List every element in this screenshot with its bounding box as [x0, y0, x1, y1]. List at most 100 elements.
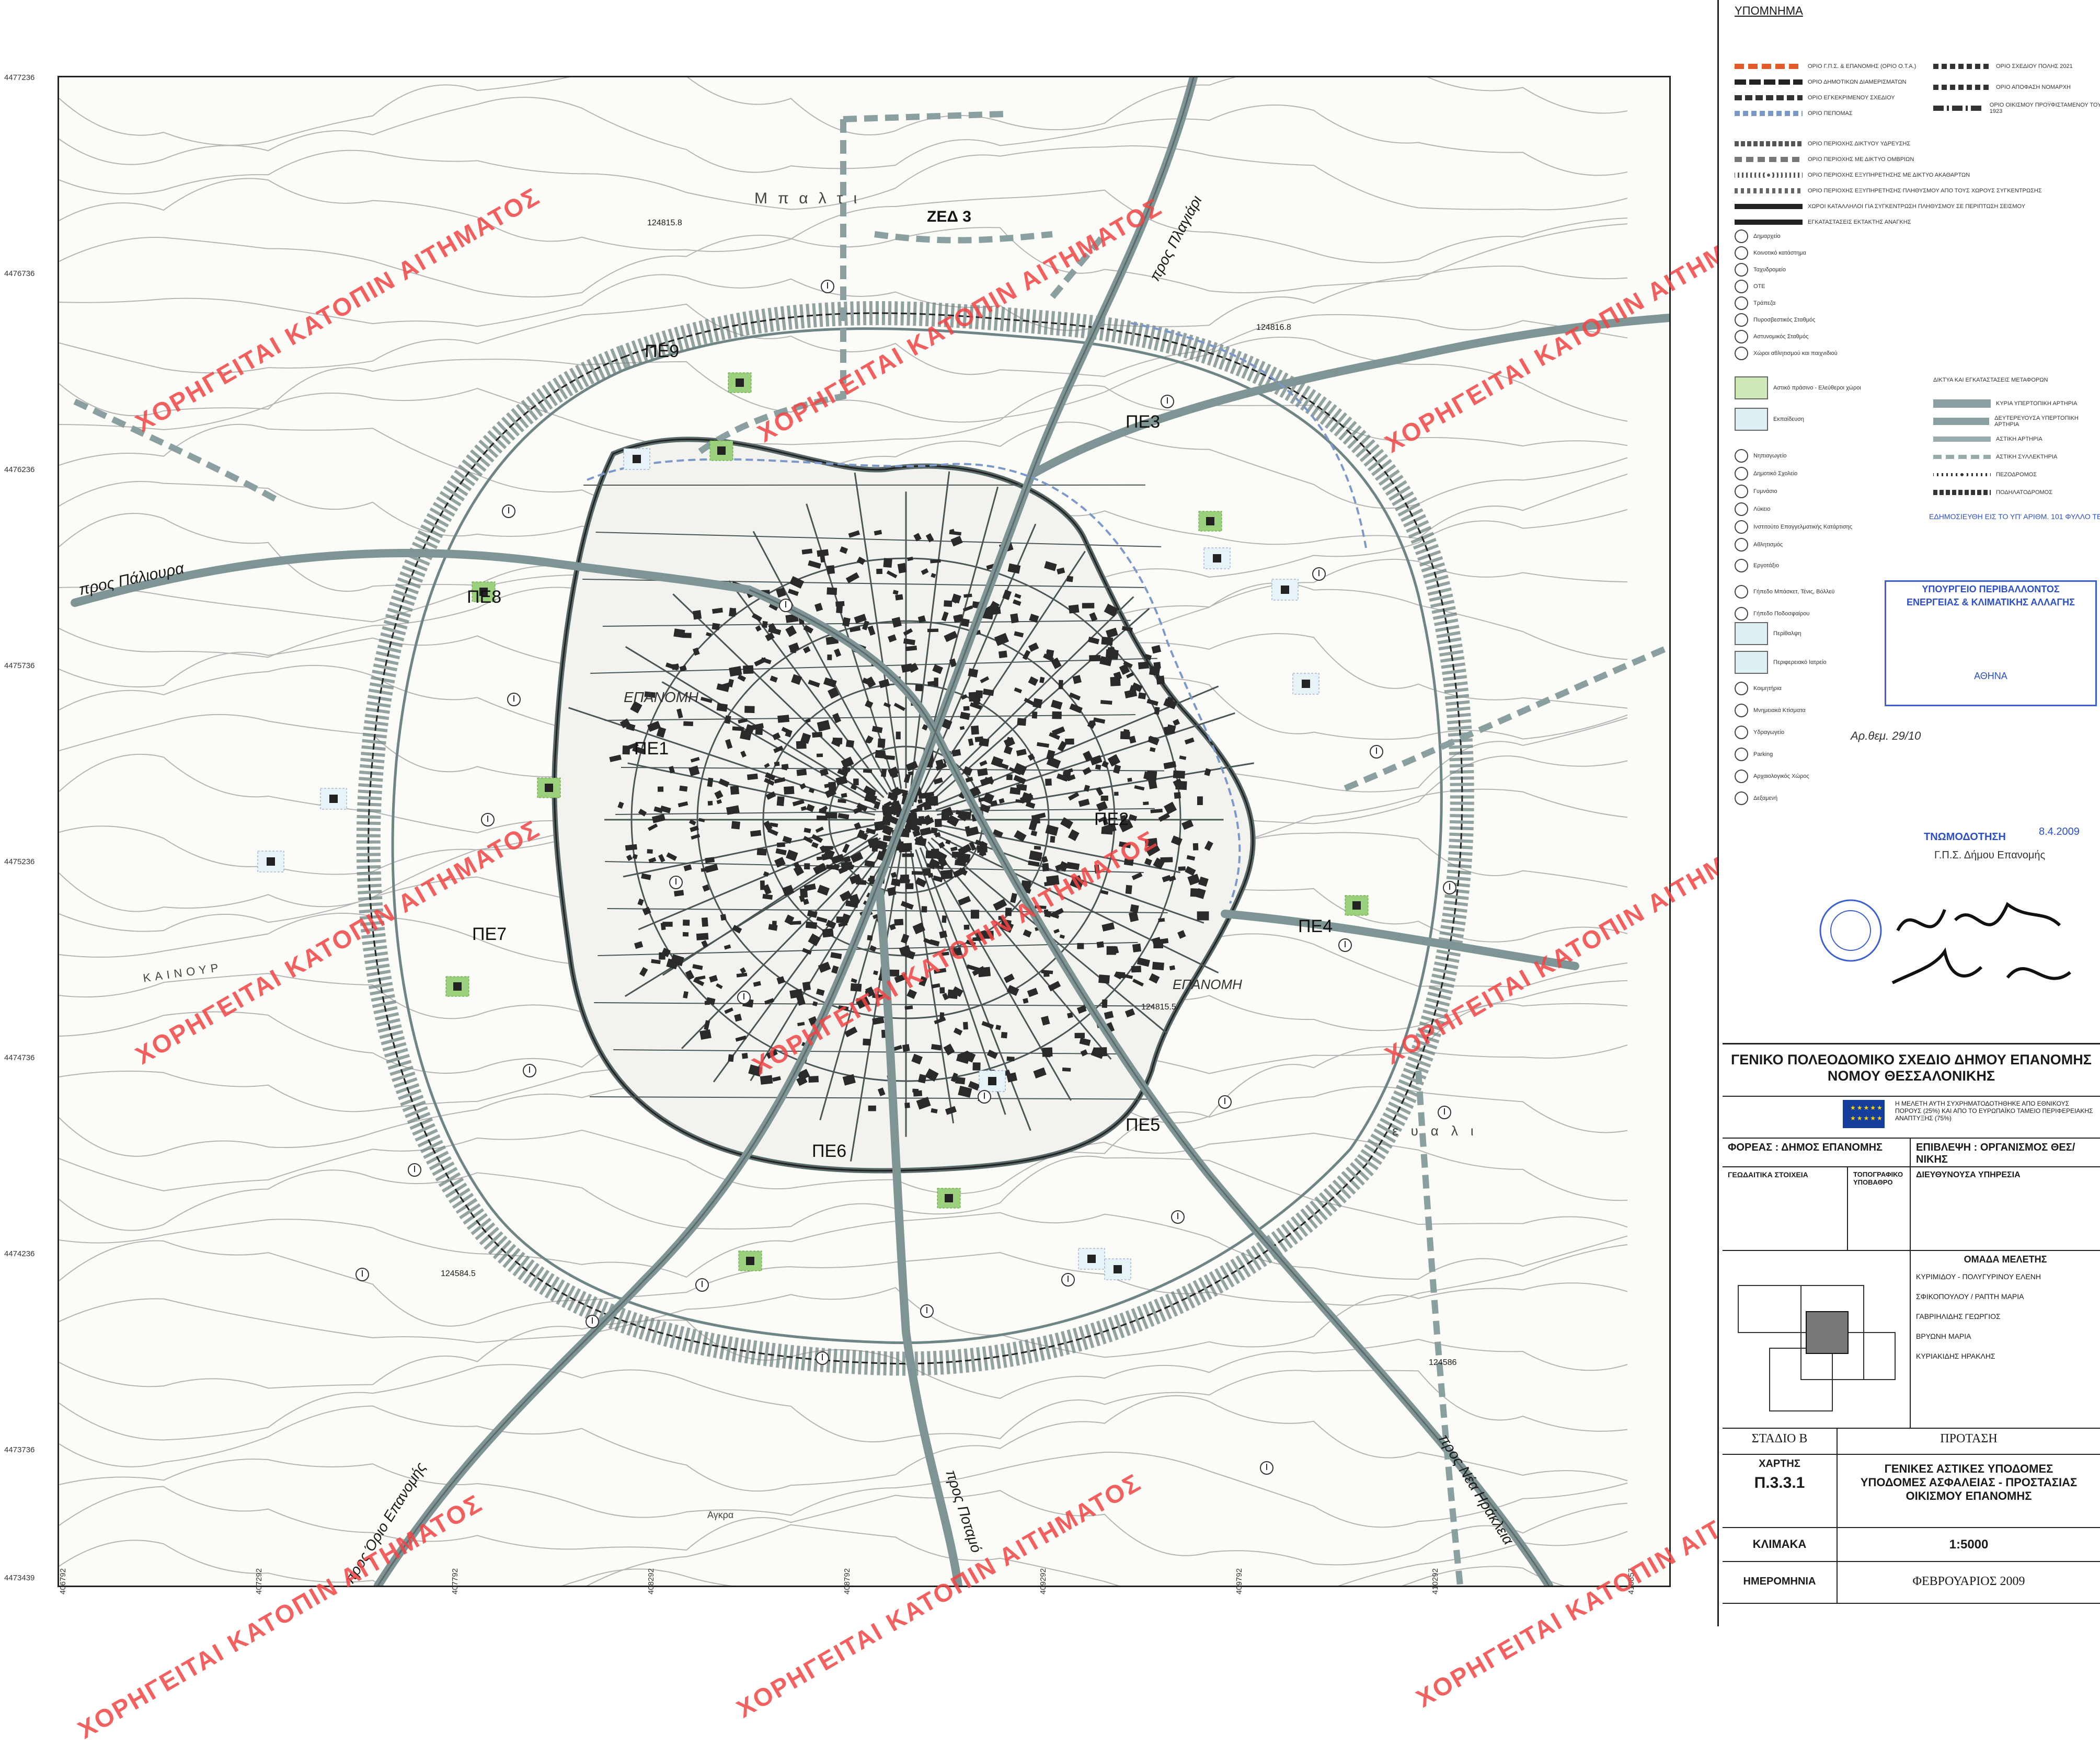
- legend-item: Μνημειακά Κτίσματα: [1735, 704, 1806, 717]
- map-label: ΧΑΡΤΗΣ: [1759, 1458, 1800, 1470]
- map-title-2: ΥΠΟΔΟΜΕΣ ΑΣΦΑΛΕΙΑΣ - ΠΡΟΣΤΑΣΙΑΣ: [1860, 1476, 2078, 1489]
- legend-label: Κοιμητήρια: [1753, 685, 1782, 692]
- legend-item: ΧΩΡΟΙ ΚΑΤΑΛΛΗΛΟΙ ΓΙΑ ΣΥΓΚΕΝΤΡΩΣΗ ΠΛΗΘΥΣΜ…: [1735, 200, 2025, 213]
- legend-label-right: ΟΡΙΟ ΑΠΟΦΑΣΗ ΝΟΜΑΡΧΗ: [1996, 84, 2071, 90]
- signatures-area: [1819, 899, 2071, 984]
- legend-label: ΟΤΕ: [1753, 283, 1765, 290]
- stamp-line3: ΑΘΗΝΑ: [1974, 671, 2007, 681]
- legend-item: Νηπιαγωγείο: [1735, 449, 1787, 463]
- gnomodotisi-date: 8.4.2009: [2039, 826, 2080, 837]
- gnomodotisi-stamp: ΤΝΩΜΟΔΟΤΗΣΗ: [1924, 831, 2006, 843]
- legend-symbol: [1735, 682, 1748, 695]
- legend-label: ΟΡΙΟ Γ.Π.Σ. & ΕΠΑΝΟΜΗΣ (ΟΡΙΟ Ο.Τ.Α.): [1808, 63, 1917, 70]
- legend-item: Χώροι αθλητισμού και παιχνιδιού: [1735, 347, 1838, 360]
- legend-symbol: [1735, 64, 1803, 69]
- legend-label: ΟΡΙΟ ΠΕΠΟΜΑΣ: [1808, 110, 1853, 117]
- transport-legend-symbol: [1933, 437, 1991, 442]
- tb-foreas-row: ΦΟΡΕΑΣ : ΔΗΜΟΣ ΕΠΑΝΟΜΗΣ ΕΠΙΒΛΕΨΗ : ΟΡΓΑΝ…: [1723, 1139, 2100, 1167]
- coord-y-6: 4474736: [4, 1053, 35, 1062]
- date-label: ΗΜΕΡΟΜΗΝΙΑ: [1723, 1562, 1838, 1603]
- stage-value: ΠΡΟΤΑΣΗ: [1940, 1432, 1998, 1445]
- legend-symbol: [1735, 748, 1748, 761]
- transport-legend-label: ΠΟΔΗΛΑΤΟΔΡΟΜΟΣ: [1996, 489, 2053, 496]
- legend-label: Γήπεδο Μπάσκετ, Τένις, Βόλλεϋ: [1753, 589, 1835, 595]
- coord-y-2: 4476736: [4, 269, 35, 278]
- legend-label: ΧΩΡΟΙ ΚΑΤΑΛΛΗΛΟΙ ΓΙΑ ΣΥΓΚΕΝΤΡΩΣΗ ΠΛΗΘΥΣΜ…: [1808, 203, 2026, 210]
- legend-label: Νηπιαγωγείο: [1753, 453, 1787, 459]
- coord-y-3: 4476236: [4, 465, 35, 474]
- eu-flag-icon: ★★★★★ ★★★★★: [1843, 1100, 1885, 1128]
- legend-item: ΟΤΕ: [1735, 280, 1765, 293]
- legend-item: Λύκειο: [1735, 502, 1770, 516]
- legend-title: ΥΠΟΜΝΗΜΑ: [1735, 4, 1803, 17]
- map-canvas[interactable]: ΠΕ9 ΠΕ3 ΠΕ8 ΠΕ1 ΠΕ2 ΠΕ4 ΠΕ7 ΠΕ5 ΠΕ6 ΖΕΔ …: [58, 76, 1671, 1587]
- tb-eu-row: ★★★★★ ★★★★★ Η ΜΕΛΕΤΗ ΑΥΤΗ ΣΥΧΡΗΜΑΤΟΔΟΤΗΘ…: [1723, 1097, 2100, 1139]
- legend-item: Γήπεδο Ποδοσφαίρου: [1735, 607, 1809, 621]
- scale-value: 1:5000: [1949, 1537, 1989, 1552]
- legend-item: Τράπεζα: [1735, 296, 1776, 310]
- ministry-stamp: ΥΠΟΥΡΓΕΙΟ ΠΕΡΙΒΑΛΛΟΝΤΟΣ ΕΝΕΡΓΕΙΑΣ & ΚΛΙΜ…: [1885, 580, 2097, 706]
- elevation-4: 124584.5: [441, 1269, 476, 1278]
- legend-label: Εκπαίδευση: [1773, 416, 1805, 422]
- legend-symbol: [1735, 229, 1748, 243]
- map-title-1: ΓΕΝΙΚΕΣ ΑΣΤΙΚΕΣ ΥΠΟΔΟΜΕΣ: [1884, 1462, 2053, 1475]
- tb-date-row: ΗΜΕΡΟΜΗΝΙΑ ΦΕΒΡΟΥΑΡΙΟΣ 2009: [1723, 1562, 2100, 1604]
- team-member-2: ΣΦΙΚΟΠΟΥΛΟΥ / ΡΑΠΤΗ ΜΑΡΙΑ: [1916, 1292, 2024, 1301]
- town-label-1: ΕΠΑΝΟΜΗ: [624, 689, 699, 705]
- legend-symbol-right: [1933, 85, 1991, 90]
- place-label-balti: Μπαλτι: [754, 190, 868, 207]
- legend-label: Εργοτάξιο: [1753, 562, 1780, 569]
- map-title: ΓΕΝΙΚΕΣ ΑΣΤΙΚΕΣ ΥΠΟΔΟΜΕΣ ΥΠΟΔΟΜΕΣ ΑΣΦΑΛΕ…: [1838, 1455, 2100, 1527]
- transport-legend-label: ΚΥΡΙΑ ΥΠΕΡΤΟΠΙΚΗ ΑΡΤΗΡΙΑ: [1996, 400, 2078, 407]
- legend-label-right: ΟΡΙΟ ΟΙΚΙΣΜΟΥ ΠΡΟΫΦΙΣΤΑΜΕΝΟΥ ΤΟΥ 1923: [1989, 102, 2100, 114]
- transport-legend-symbol: [1933, 455, 1991, 459]
- legend-label: ΟΡΙΟ ΠΕΡΙΟΧΗΣ ΔΙΚΤΥΟΥ ΥΔΡΕΥΣΗΣ: [1808, 141, 1911, 147]
- legend-item: Πυροσβεστικός Σταθμός: [1735, 313, 1816, 327]
- legend-symbol: [1735, 449, 1748, 463]
- place-label-agkra: Αγκρα: [707, 1510, 734, 1520]
- legend-label: ΕΓΚΑΤΑΣΤΑΣΕΙΣ ΕΚΤΑΚΤΗΣ ΑΝΑΓΚΗΣ: [1808, 219, 1911, 225]
- legend-symbol: [1735, 157, 1803, 162]
- signature-1: [1896, 902, 2061, 932]
- transport-legend-symbol: [1933, 399, 1991, 408]
- transport-legend-label: ΠΕΖΟΔΡΟΜΟΣ: [1996, 472, 2037, 478]
- foreas: ΦΟΡΕΑΣ : ΔΗΜΟΣ ΕΠΑΝΟΜΗΣ: [1723, 1139, 1911, 1166]
- legend-label: ΟΡΙΟ ΔΗΜΟΤΙΚΩΝ ΔΙΑΜΕΡΙΣΜΑΤΩΝ: [1808, 79, 1907, 85]
- legend-label: Parking: [1753, 751, 1773, 757]
- legend-symbol: [1735, 726, 1748, 739]
- legend-symbol: [1735, 559, 1748, 572]
- legend-item: ΟΡΙΟ ΠΕΡΙΟΧΗΣ ΕΞΥΠΗΡΕΤΗΣΗΣ ΜΕ ΔΙΚΤΥΟ ΑΚΑ…: [1735, 169, 1970, 181]
- zone-pe2: ΠΕ2: [1094, 809, 1129, 829]
- legend-label: Χώροι αθλητισμού και παιχνιδιού: [1753, 350, 1838, 357]
- legend-symbol: [1735, 770, 1748, 783]
- zone-pe9: ΠΕ9: [645, 341, 680, 361]
- legend-symbol: [1735, 651, 1768, 674]
- legend-label: Ινστιτούτο Επαγγελματικής Κατάρτισης: [1753, 524, 1853, 530]
- coord-x-4: 408292: [647, 1568, 656, 1594]
- transport-legend-title: ΔΙΚΤΥΑ ΚΑΙ ΕΓΚΑΤΑΣΤΑΣΕΙΣ ΜΕΤΑΦΟΡΩΝ: [1933, 377, 2048, 383]
- legend-item: ΟΡΙΟ ΠΕΡΙΟΧΗΣ ΜΕ ΔΙΚΤΥΟ ΟΜΒΡΙΩΝ: [1735, 153, 1914, 166]
- legend-item: Περίθαλψη: [1735, 622, 1801, 645]
- legend-symbol: [1735, 296, 1748, 310]
- legend-item: Γήπεδο Μπάσκετ, Τένις, Βόλλεϋ: [1735, 585, 1835, 599]
- coord-y-5: 4475236: [4, 857, 35, 866]
- elevation-2: 124816.8: [1256, 323, 1291, 332]
- study-team: ΟΜΑΔΑ ΜΕΛΕΤΗΣ ΚΥΡΙΜΙΔΟΥ - ΠΟΛΥΓΥΡΙΝΟΥ ΕΛ…: [1911, 1251, 2100, 1428]
- epivlepsi: ΕΠΙΒΛΕΨΗ : ΟΡΓΑΝΙΣΜΟΣ ΘΕΣ/ΝΙΚΗΣ: [1916, 1142, 2075, 1165]
- coord-x-5: 408792: [843, 1568, 852, 1594]
- tb-main-title: ΓΕΝΙΚΟ ΠΟΛΕΟΔΟΜΙΚΟ ΣΧΕΔΙΟ ΔΗΜΟΥ ΕΠΑΝΟΜΗΣ…: [1723, 1044, 2100, 1096]
- map-title-3: ΟΙΚΙΣΜΟΥ ΕΠΑΝΟΜΗΣ: [1906, 1489, 2032, 1502]
- map-svg: [59, 77, 1669, 1586]
- signature-2: [1891, 947, 2071, 984]
- legend-label: Περίθαλψη: [1773, 630, 1801, 637]
- legend-symbol: [1735, 485, 1748, 498]
- legend-label: Αστυνομικός Σταθμός: [1753, 334, 1809, 340]
- subtitle-text: ΝΟΜΟΥ ΘΕΣΣΑΛΟΝΙΚΗΣ: [1827, 1068, 1995, 1084]
- legend-symbol: [1735, 376, 1768, 399]
- legend-item: ΟΡΙΟ ΕΓΚΕΚΡΙΜΕΝΟΥ ΣΧΕΔΙΟΥ: [1735, 91, 1895, 104]
- legend-label: Πυροσβεστικός Σταθμός: [1753, 317, 1816, 323]
- sheet-index: [1723, 1251, 1911, 1428]
- legend-symbol: [1735, 313, 1748, 327]
- legend-label: Τράπεζα: [1753, 300, 1776, 306]
- transport-legend-symbol: [1933, 490, 1991, 495]
